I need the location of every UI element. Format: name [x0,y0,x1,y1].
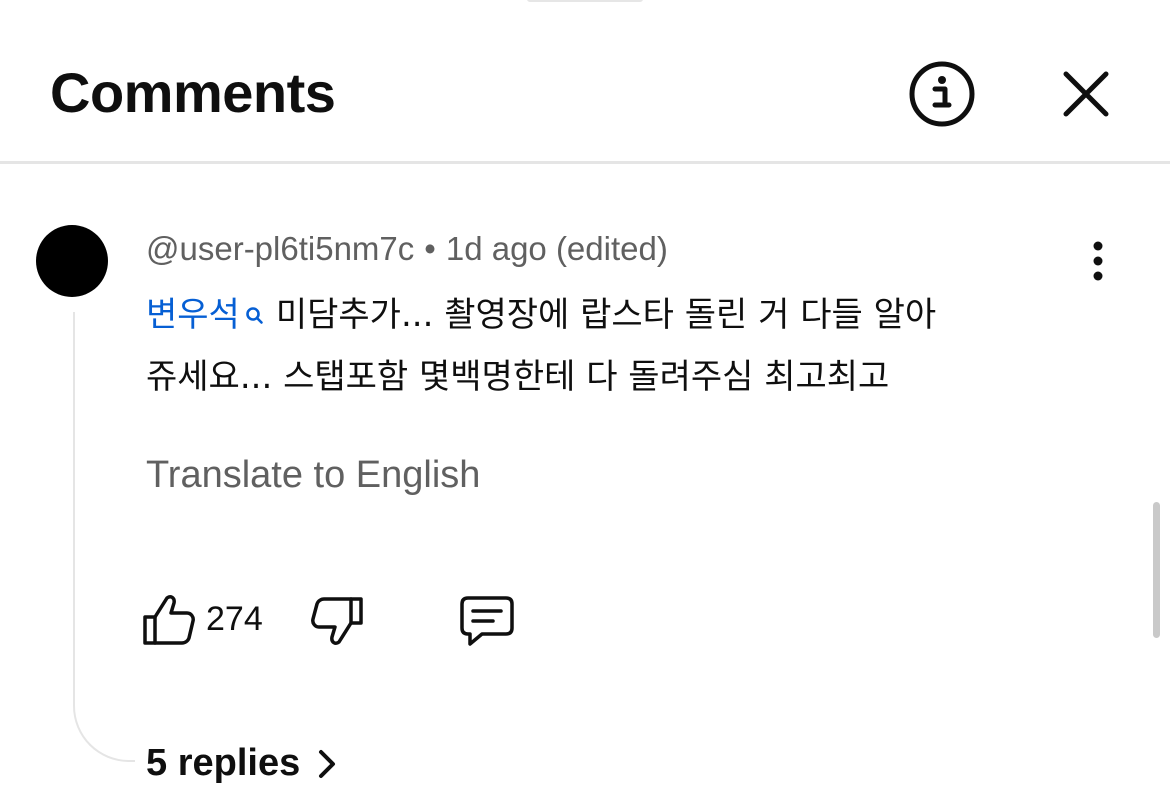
thumbs-down-icon[interactable] [310,594,366,650]
translate-button[interactable]: Translate to English [146,452,480,498]
comment-text-line2: 쥬세요... 스탭포함 몇백명한테 다 돌려주심 최고최고 [146,357,890,397]
chevron-right-icon [314,746,340,780]
panel-header: Comments [0,0,1170,164]
replies-button[interactable]: 5 replies [146,740,340,786]
comments-panel: Comments @user-pl6ti5nm7c • 1d ago (edited… [0,0,1170,804]
panel-title: Comments [50,61,336,124]
thumbs-up-icon[interactable] [140,592,196,648]
comment-actions: 274 [0,588,1170,652]
more-vertical-icon[interactable] [1080,238,1116,284]
close-icon[interactable] [1058,66,1114,122]
comment-time: 1d ago (edited) [445,230,668,267]
comment-meta: @user-pl6ti5nm7c • 1d ago (edited) [146,228,668,270]
avatar[interactable] [36,225,108,297]
comment-author[interactable]: @user-pl6ti5nm7c [146,230,414,267]
replies-thread-line [73,312,135,762]
info-icon[interactable] [906,58,978,130]
scrollbar[interactable] [1153,502,1160,638]
comment-text: 변우석 미담추가... 촬영장에 랍스타 돌린 거 다들 알아 쥬세요... 스탭… [146,284,1076,408]
meta-separator: • [424,230,436,267]
search-icon [244,290,264,324]
comment-icon[interactable] [458,594,516,648]
mention-link[interactable]: 변우석 [146,295,240,335]
comment-text-line1: 미담추가... 촬영장에 랍스타 돌린 거 다들 알아 [275,295,937,335]
like-count: 274 [206,600,263,638]
replies-label: 5 replies [146,742,301,784]
